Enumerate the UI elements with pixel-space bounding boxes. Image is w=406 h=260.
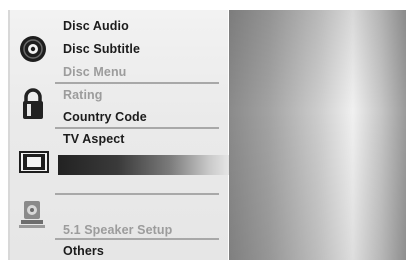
preview-panel	[229, 10, 406, 260]
speaker-icon	[19, 201, 45, 228]
menu-item-disc-audio[interactable]: Disc Audio	[63, 19, 129, 33]
menu-item-country-code[interactable]: Country Code	[63, 110, 147, 124]
separator	[55, 193, 219, 195]
menu-item-others[interactable]: Others	[63, 244, 104, 258]
menu-item-disc-menu[interactable]: Disc Menu	[63, 65, 126, 79]
tv-aspect-icon	[19, 151, 49, 173]
menu-item-speaker-setup[interactable]: 5.1 Speaker Setup	[63, 223, 172, 237]
padlock-icon	[23, 88, 43, 119]
menu-item-tv-aspect[interactable]: TV Aspect	[63, 132, 125, 146]
separator	[55, 127, 219, 129]
menu-item-disc-subtitle[interactable]: Disc Subtitle	[63, 42, 140, 56]
menu-item-rating[interactable]: Rating	[63, 88, 103, 102]
disc-icon	[20, 36, 46, 62]
separator	[55, 82, 219, 84]
dvd-setup-screen: Disc Audio Disc Subtitle Disc Menu Ratin…	[0, 0, 406, 260]
separator	[55, 238, 219, 240]
tv-aspect-highlight-bar[interactable]	[58, 155, 229, 175]
